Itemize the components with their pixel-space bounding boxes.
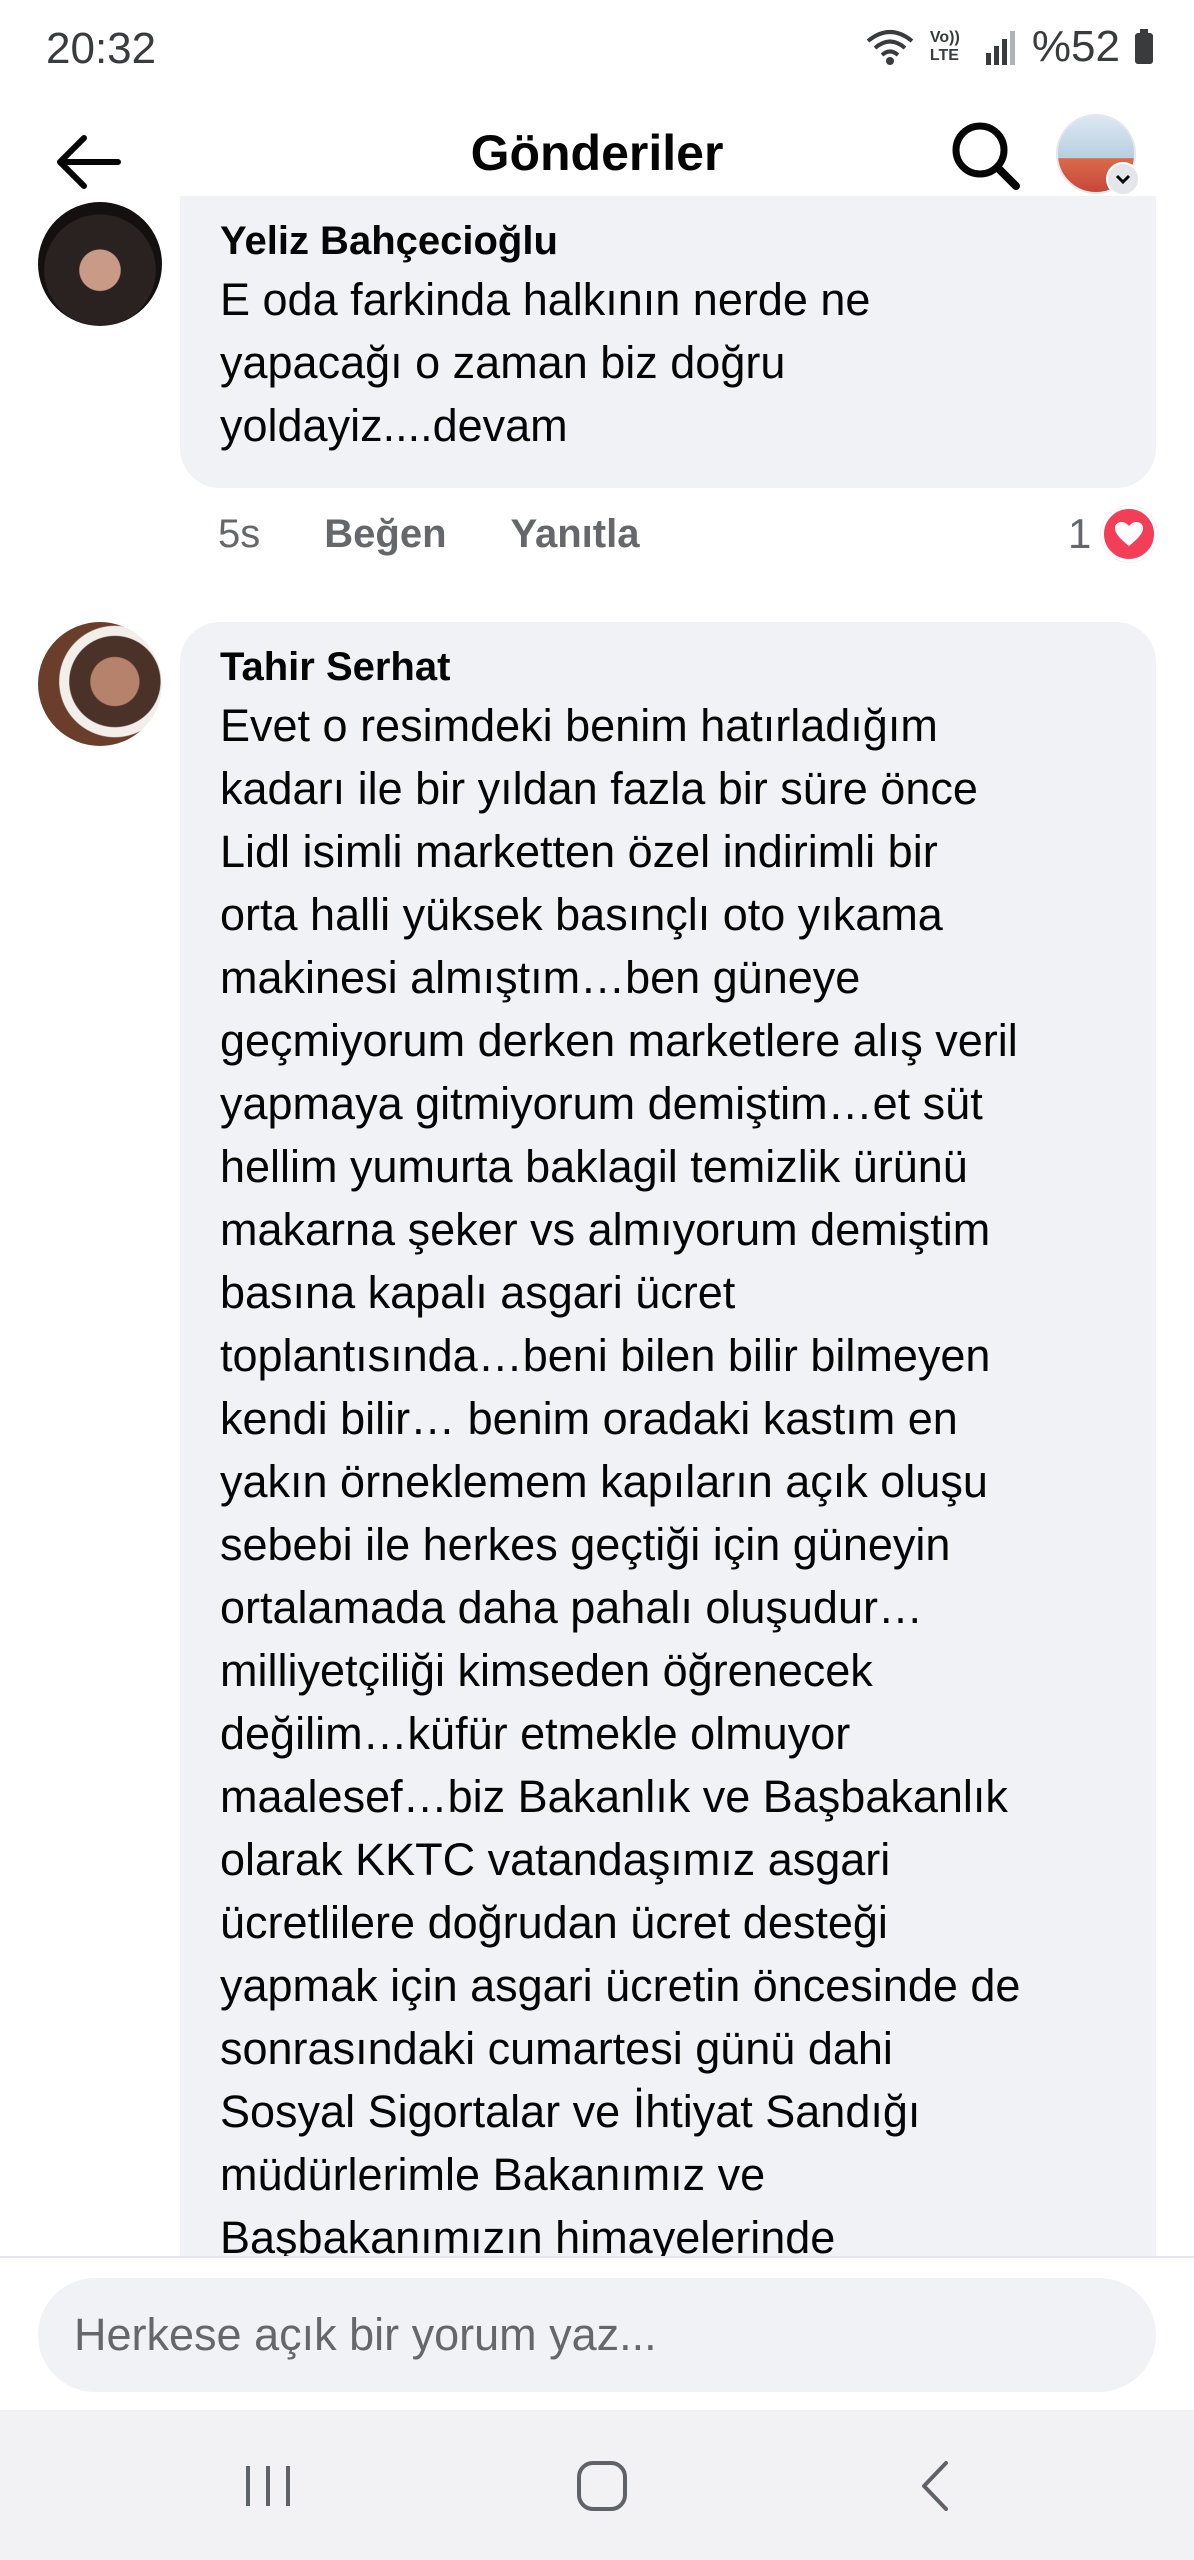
- comment-bubble[interactable]: Yeliz Bahçecioğlu E oda farkinda halkını…: [180, 196, 1156, 488]
- battery-icon: [1135, 29, 1153, 64]
- comment-input[interactable]: [38, 2278, 1156, 2392]
- wifi-icon: [866, 30, 914, 65]
- home-icon: [577, 2461, 627, 2511]
- comment-text: E oda farkinda halkının nerde ne yapacağ…: [220, 274, 871, 451]
- reply-button[interactable]: Yanıtla: [511, 512, 640, 557]
- commenter-avatar[interactable]: [38, 202, 162, 326]
- comment-author[interactable]: Yeliz Bahçecioğlu: [220, 214, 1116, 268]
- search-icon: [952, 122, 1020, 190]
- comment-author[interactable]: Tahir Serhat: [220, 640, 1116, 694]
- status-bar: 20:32 Vo)) LTE %52: [0, 0, 1194, 100]
- like-button[interactable]: Beğen: [324, 512, 446, 557]
- status-icons: Vo)) LTE %52: [864, 22, 1154, 72]
- heart-icon: [1101, 506, 1158, 562]
- comment-composer: [0, 2256, 1194, 2410]
- recent-apps-icon: [246, 2466, 290, 2506]
- comment-text: Evet o resimdeki benim hatırladığım kada…: [220, 700, 1021, 2263]
- recent-apps-button[interactable]: [218, 2446, 318, 2526]
- battery-percent: %52: [1031, 22, 1120, 71]
- volte-icon: Vo)) LTE: [929, 29, 960, 64]
- profile-button[interactable]: [1056, 114, 1140, 196]
- back-icon: [922, 2461, 948, 2511]
- comment-actions: 5s Beğen Yanıtla: [218, 504, 639, 564]
- reaction-summary[interactable]: 1: [1068, 504, 1158, 564]
- chevron-down-icon: [1106, 162, 1140, 196]
- system-nav-bar: [0, 2410, 1194, 2560]
- comment-bubble[interactable]: Tahir Serhat Evet o resimdeki benim hatı…: [180, 622, 1156, 2263]
- reaction-count: 1: [1068, 510, 1092, 557]
- signal-icon: [985, 31, 1015, 65]
- search-button[interactable]: [944, 114, 1028, 198]
- comment-time[interactable]: 5s: [218, 512, 260, 557]
- commenter-avatar[interactable]: [38, 622, 162, 746]
- system-back-button[interactable]: [884, 2446, 984, 2526]
- home-button[interactable]: [552, 2446, 652, 2526]
- status-time: 20:32: [46, 24, 157, 73]
